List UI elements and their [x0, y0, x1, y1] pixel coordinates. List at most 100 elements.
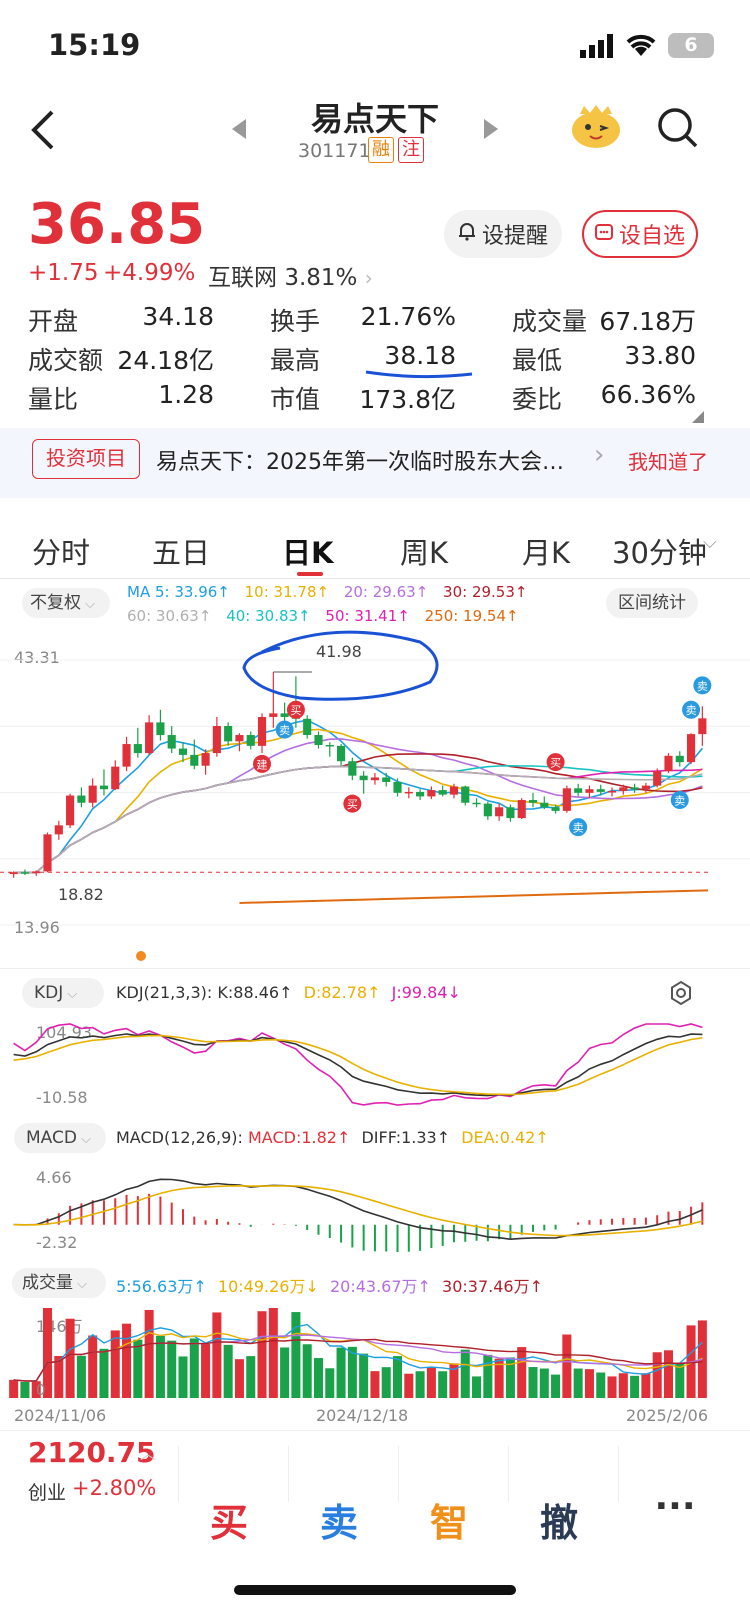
add-watchlist-button[interactable]: 设自选	[582, 210, 698, 258]
adjust-selector[interactable]: 不复权 ⌵	[22, 588, 110, 618]
set-reminder-button[interactable]: 设提醒	[444, 210, 562, 258]
buy-button[interactable]: 买	[174, 1492, 284, 1547]
prev-stock-icon[interactable]	[228, 117, 250, 141]
candle-body	[461, 786, 470, 803]
stat-value-turnover: 21.76%	[360, 302, 456, 331]
candle-body	[382, 777, 391, 782]
volume-bar	[483, 1354, 493, 1398]
search-icon[interactable]	[656, 106, 700, 150]
sell-marker-text: 卖	[279, 724, 290, 737]
volume-bar	[133, 1339, 143, 1398]
candle-body	[641, 785, 650, 790]
volume-bar	[517, 1347, 527, 1398]
stat-value-order-ratio: 66.36%	[600, 380, 696, 409]
volume-ma5: 5:56.63万↑	[116, 1277, 207, 1296]
tab-30min[interactable]: 30分钟	[612, 530, 707, 572]
candle-body	[427, 790, 436, 797]
index-value[interactable]: 2120.75	[28, 1436, 156, 1469]
kdj-selector[interactable]: KDJ ⌵	[22, 978, 104, 1008]
x-label-mid: 2024/12/18	[316, 1406, 409, 1425]
sell-button[interactable]: 卖	[284, 1492, 394, 1547]
kdj-bottom-value: -10.58	[36, 1088, 88, 1107]
back-icon[interactable]	[26, 108, 62, 152]
tab-weekly-k[interactable]: 周K	[400, 530, 448, 572]
smart-button[interactable]: 智	[394, 1492, 504, 1547]
notice-tag: 投资项目	[32, 439, 140, 479]
tab-intraday[interactable]: 分时	[32, 530, 90, 572]
ma-legend-ma5: MA 5: 33.96↑	[127, 583, 230, 601]
blue-underline-annotation	[365, 370, 473, 379]
candle-body	[630, 787, 639, 790]
scroll-dot	[136, 951, 146, 961]
battery-icon: 6	[668, 33, 714, 58]
wifi-icon	[624, 32, 658, 58]
volume-bar	[144, 1309, 154, 1398]
sell-marker-text: 卖	[697, 680, 708, 693]
kline-low-label: 18.82	[58, 885, 104, 904]
volume-bar	[675, 1363, 685, 1398]
candle-body	[438, 790, 447, 795]
sector-link[interactable]: 互联网 3.81% ›	[208, 258, 373, 292]
volume-bar	[268, 1308, 278, 1398]
candle-body	[224, 726, 233, 742]
buy-marker-text: 买	[347, 798, 358, 811]
candle-body	[201, 753, 210, 766]
candle-body	[540, 802, 549, 808]
volume-bar	[155, 1335, 165, 1398]
tab-monthly-k[interactable]: 月K	[522, 530, 570, 572]
candle-body	[416, 791, 425, 797]
expand-corner-icon[interactable]	[692, 408, 704, 423]
index-up-icon: ︿	[140, 1444, 157, 1463]
candle-body	[698, 718, 707, 735]
stock-code: 301171	[298, 140, 371, 162]
next-stock-icon[interactable]	[480, 117, 502, 141]
candle-body	[43, 834, 52, 872]
notice-dismiss-button[interactable]: 我知道了	[628, 446, 708, 475]
range-stats-button[interactable]: 区间统计	[606, 588, 698, 618]
kline-chart[interactable]: 建买卖买买卖卖卖卖	[0, 630, 750, 960]
kdj-chart[interactable]	[0, 1018, 750, 1113]
macd-selector[interactable]: MACD ⌵	[14, 1123, 106, 1153]
stat-label-low: 最低	[512, 346, 563, 375]
ma5-line	[13, 719, 704, 874]
candle-body	[348, 761, 357, 776]
set-reminder-label: 设提醒	[481, 224, 548, 249]
candle-body	[66, 795, 75, 826]
volume-bar	[336, 1347, 346, 1398]
buy-marker-text: 买	[550, 757, 561, 770]
volume-bar	[347, 1346, 357, 1398]
macd-chart[interactable]	[0, 1160, 750, 1260]
volume-chart[interactable]	[0, 1302, 750, 1402]
volume-bar	[415, 1371, 425, 1398]
volume-bar	[223, 1344, 233, 1398]
ma-legend-ma250: 250: 19.54↑	[424, 607, 519, 625]
volume-bar	[122, 1323, 132, 1398]
stat-label-volume-ratio: 量比	[28, 385, 79, 414]
kdj-params: KDJ(21,3,3):	[116, 983, 213, 1002]
home-indicator	[234, 1585, 516, 1595]
candle-body	[664, 755, 673, 772]
cancel-order-button[interactable]: 撤	[504, 1492, 614, 1547]
sell-marker-text: 卖	[573, 822, 584, 835]
notice-bar[interactable]: 投资项目 易点天下：2025年第一次临时股东大会… › 我知道了	[0, 428, 750, 498]
tab-daily-k[interactable]: 日K	[282, 530, 333, 572]
mascot-icon[interactable]	[570, 104, 622, 150]
kline-y-min: 13.96	[14, 918, 60, 937]
candle-body	[303, 718, 312, 736]
tab-more-chevron-icon[interactable]: ⌵	[703, 532, 717, 553]
tab-five-day[interactable]: 五日	[152, 530, 210, 572]
volume-selector[interactable]: 成交量 ⌵	[12, 1268, 106, 1298]
settings-gear-icon[interactable]	[668, 980, 694, 1006]
volume-bar	[212, 1312, 222, 1398]
macd-selector-label: MACD	[26, 1128, 77, 1148]
volume-bar	[381, 1367, 391, 1398]
macd-diff-line	[13, 1178, 703, 1241]
index-pct: +2.80%	[72, 1476, 157, 1500]
candle-body	[111, 766, 120, 790]
candle-body	[596, 789, 605, 792]
stat-value-volume: 67.18万	[599, 307, 696, 336]
more-button[interactable]: ···	[640, 1486, 710, 1527]
candle-body	[156, 722, 165, 736]
candle-body	[9, 872, 18, 875]
volume-bar	[663, 1350, 673, 1398]
